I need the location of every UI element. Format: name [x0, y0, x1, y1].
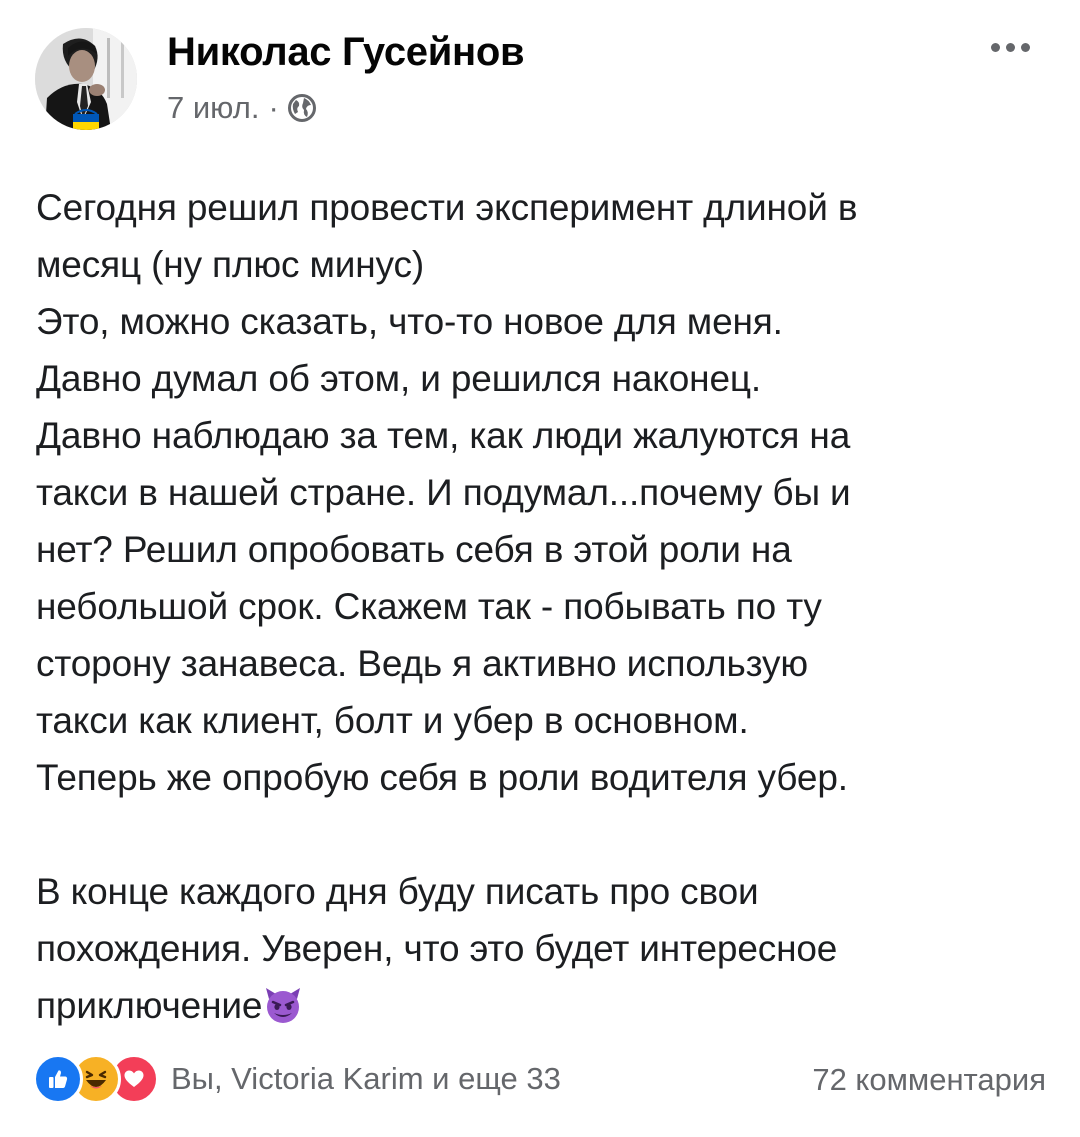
post-line-text: приключение: [36, 985, 263, 1026]
post-meta: 7 июл. ·: [167, 88, 317, 128]
post-header: Николас Гусейнов 7 июл. ·: [0, 0, 1080, 150]
post-line: Сегодня решил провести эксперимент длино…: [36, 187, 858, 228]
more-options-button[interactable]: [975, 32, 1045, 62]
post-line: сторону занавеса. Ведь я активно использ…: [36, 643, 808, 684]
smiling-devil-emoji: [263, 984, 303, 1024]
post-line: Это, можно сказать, что-то новое для мен…: [36, 301, 783, 342]
author-name[interactable]: Николас Гусейнов: [167, 30, 525, 75]
post-line: Теперь же опробую себя в роли водителя у…: [36, 757, 848, 798]
post-line: Давно наблюдаю за тем, как люди жалуются…: [36, 415, 851, 456]
more-options-dot: [1005, 42, 1015, 52]
post-body: Сегодня решил провести эксперимент длино…: [36, 179, 1046, 1034]
post-date[interactable]: 7 июл.: [167, 90, 259, 126]
like-icon: [33, 1054, 83, 1104]
globe-icon: [287, 93, 317, 123]
avatar-photo: [35, 28, 137, 130]
post-line-last: приключение: [36, 977, 1046, 1034]
post-line: Давно думал об этом, и решился наконец.: [36, 358, 762, 399]
meta-separator: ·: [268, 90, 279, 125]
reactions-summary[interactable]: Вы, Victoria Karim и еще 33: [33, 1054, 561, 1104]
post-footer: Вы, Victoria Karim и еще 33 72 комментар…: [0, 1052, 1080, 1108]
post-line: такси как клиент, болт и убер в основном…: [36, 700, 749, 741]
post-line: месяц (ну плюс минус): [36, 244, 425, 285]
reactions-text: Вы, Victoria Karim и еще 33: [171, 1061, 561, 1096]
comments-count-link[interactable]: 72 комментария: [812, 1062, 1046, 1098]
more-options-icon: [990, 42, 1000, 52]
author-avatar[interactable]: [35, 28, 137, 130]
post-line: небольшой срок. Скажем так - побывать по…: [36, 586, 822, 627]
post-line: В конце каждого дня буду писать про свои: [36, 871, 759, 912]
more-options-dot: [1020, 42, 1030, 52]
post-line: нет? Решил опробовать себя в этой роли н…: [36, 529, 792, 570]
post-line: такси в нашей стране. И подумал...почему…: [36, 472, 851, 513]
post-line: похождения. Уверен, что это будет интере…: [36, 928, 838, 969]
